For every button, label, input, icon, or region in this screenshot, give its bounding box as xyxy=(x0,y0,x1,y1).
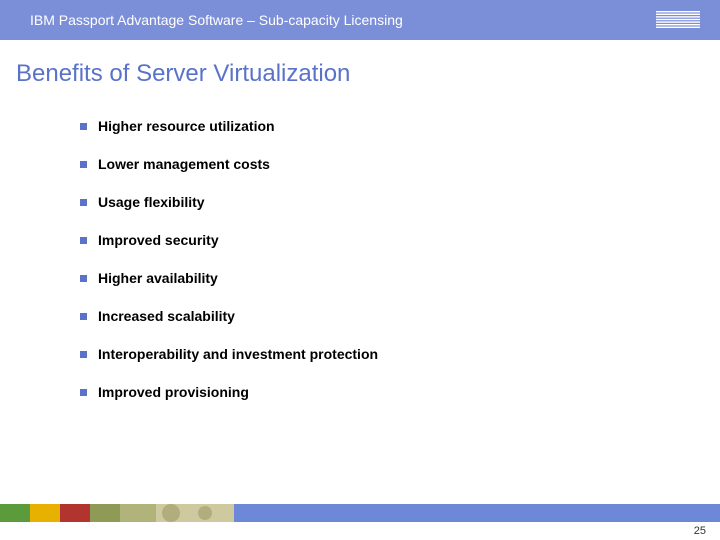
band-seg-blue xyxy=(234,504,720,522)
band-seg-dots xyxy=(156,504,234,522)
ibm-logo-icon xyxy=(656,11,700,29)
slide-footer: 25 xyxy=(0,504,720,540)
list-item: Usage flexibility xyxy=(80,194,720,210)
list-item: Improved provisioning xyxy=(80,384,720,400)
band-seg-red xyxy=(60,504,90,522)
list-item: Lower management costs xyxy=(80,156,720,172)
list-item: Increased scalability xyxy=(80,308,720,324)
list-item: Interoperability and investment protecti… xyxy=(80,346,720,362)
slide-title: Benefits of Server Virtualization xyxy=(16,60,720,88)
band-seg-green xyxy=(0,504,30,522)
band-seg-olive-b xyxy=(120,504,156,522)
list-item: Higher resource utilization xyxy=(80,118,720,134)
benefits-list: Higher resource utilization Lower manage… xyxy=(80,118,720,400)
page-number: 25 xyxy=(694,525,706,537)
header-title: IBM Passport Advantage Software – Sub-ca… xyxy=(30,12,403,28)
list-item: Higher availability xyxy=(80,270,720,286)
footer-base: 25 xyxy=(0,522,720,540)
footer-color-band xyxy=(0,504,720,522)
list-item: Improved security xyxy=(80,232,720,248)
slide-header: IBM Passport Advantage Software – Sub-ca… xyxy=(0,0,720,40)
band-seg-olive-a xyxy=(90,504,120,522)
band-seg-yellow xyxy=(30,504,60,522)
